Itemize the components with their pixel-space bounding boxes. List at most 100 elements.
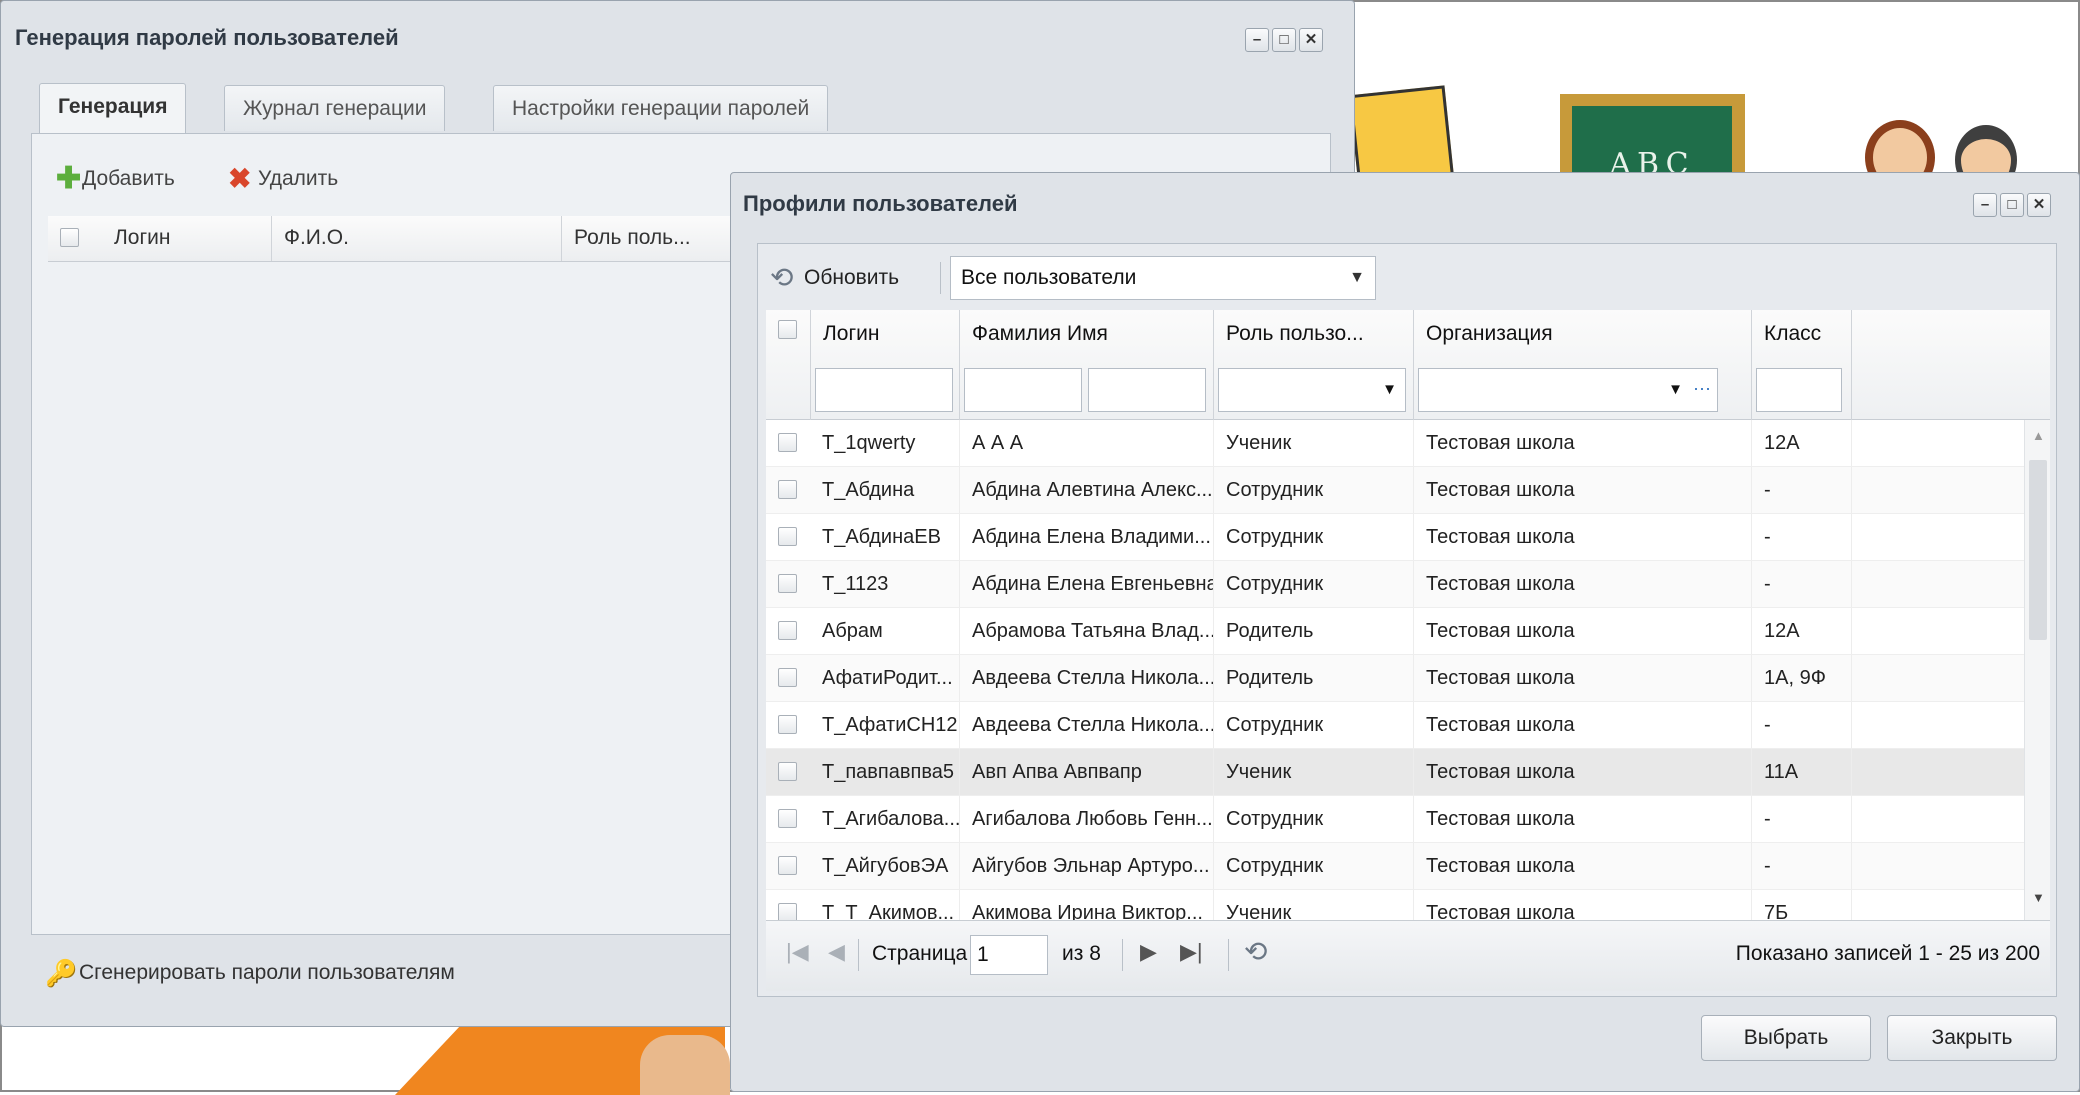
profiles-panel: ⟲ Обновить Все пользователи ▼ Логин Фамил… [757, 243, 2057, 997]
cell-name: Абдина Алевтина Алекс... [960, 467, 1214, 513]
table-row[interactable]: Т_АфатиСН12 Авдеева Стелла Никола... Сотру… [766, 702, 2024, 749]
row-checkbox[interactable] [778, 762, 797, 781]
records-summary: Показано записей 1 - 25 из 200 [1735, 942, 2040, 965]
user-profiles-window: Профили пользователей – □ ✕ ⟲ Обновить Вс… [730, 172, 2080, 1092]
row-checkbox[interactable] [778, 574, 797, 593]
firstname-filter-input[interactable] [1088, 368, 1206, 412]
page-number-input[interactable]: 1 [970, 935, 1048, 975]
row-checkbox[interactable] [778, 715, 797, 734]
cell-class: 11А [1752, 749, 1852, 795]
scroll-down-icon[interactable]: ▼ [2032, 890, 2045, 905]
delete-button-label: Удалить [258, 167, 339, 190]
login-filter-input[interactable] [815, 368, 953, 412]
tab-generation[interactable]: Генерация [39, 83, 187, 133]
table-row[interactable]: Т_Т_Акимов... Акимова Ирина Виктор... Учен… [766, 890, 2024, 920]
refresh-icon[interactable]: ⟲ [1244, 935, 1267, 968]
cell-login: Т_Т_Акимов... [810, 890, 960, 920]
close-icon[interactable]: ✕ [2027, 193, 2051, 217]
select-all-checkbox[interactable] [60, 228, 79, 247]
row-checkbox[interactable] [778, 621, 797, 640]
refresh-button[interactable]: ⟲ Обновить [770, 258, 899, 298]
cell-class: 1А, 9Ф [1752, 655, 1852, 701]
table-row[interactable]: АфатиРодит... Авдеева Стелла Никола... Род… [766, 655, 2024, 702]
cell-role: Сотрудник [1214, 796, 1414, 842]
cell-name: Акимова Ирина Виктор... [960, 890, 1214, 920]
cell-class: 12А [1752, 608, 1852, 654]
select-all-checkbox[interactable] [778, 320, 797, 339]
profiles-pager: |◀ ◀ Страница 1 из 8 ▶ ▶| ⟲ Показано зап… [766, 920, 2050, 991]
delete-button[interactable]: ✖ Удалить [228, 164, 338, 194]
profiles-grid-body: T_1qwerty А А А Ученик Тестовая школа 12А Т_А… [766, 420, 2050, 920]
column-role[interactable]: Роль поль... [562, 216, 752, 261]
class-filter-input[interactable] [1756, 368, 1842, 412]
column-organization[interactable]: Организация ▼ ⋯ [1414, 310, 1752, 420]
column-name[interactable]: Фамилия Имя [960, 310, 1214, 420]
cell-login: Т_Агибалова... [810, 796, 960, 842]
surname-filter-input[interactable] [964, 368, 1082, 412]
row-checkbox[interactable] [778, 903, 797, 920]
cell-login: Т_павпавпва5 [810, 749, 960, 795]
profiles-grid-header: Логин Фамилия Имя Роль пользо... ▼ Орган… [766, 310, 2050, 420]
delete-icon: ✖ [228, 163, 252, 195]
organization-filter-select[interactable]: ▼ ⋯ [1418, 368, 1718, 412]
row-checkbox[interactable] [778, 480, 797, 499]
next-page-icon[interactable]: ▶ [1140, 939, 1157, 965]
toolbar-separator [940, 262, 941, 294]
pager-separator [1122, 939, 1123, 971]
tab-generation-settings[interactable]: Настройки генерации паролей [493, 85, 829, 131]
table-row[interactable]: Т_АбдинаЕВ Абдина Елена Владими... Сотрудн… [766, 514, 2024, 561]
cell-role: Сотрудник [1214, 702, 1414, 748]
tab-generation-settings-label: Настройки генерации паролей [512, 97, 810, 120]
vertical-scrollbar[interactable]: ▲ ▼ [2024, 420, 2050, 920]
row-checkbox[interactable] [778, 668, 797, 687]
tab-generation-log[interactable]: Журнал генерации [224, 85, 446, 131]
column-name-label: Фамилия Имя [972, 322, 1108, 345]
close-button[interactable]: Закрыть [1887, 1015, 2057, 1061]
select-button[interactable]: Выбрать [1701, 1015, 1871, 1061]
table-row[interactable]: Т_павпавпва5 Авп Апва Авпвапр Ученик Тестов… [766, 749, 2024, 796]
chevron-down-icon: ▼ [1382, 381, 1397, 398]
cell-login: Т_Абдина [810, 467, 960, 513]
more-options-icon[interactable]: ⋯ [1693, 369, 1711, 409]
generate-passwords-label: Сгенерировать пароли пользователям [79, 961, 455, 984]
table-row[interactable]: Т_Абдина Абдина Алевтина Алекс... Сотрудни… [766, 467, 2024, 514]
cell-name: Абдина Елена Владими... [960, 514, 1214, 560]
add-button[interactable]: ✚Добавить [56, 164, 175, 194]
table-row[interactable]: Т_АйгубовЭА Айгубов Эльнар Артуро... Сотру… [766, 843, 2024, 890]
column-role[interactable]: Роль пользо... ▼ [1214, 310, 1414, 420]
cell-organization: Тестовая школа [1414, 467, 1752, 513]
scrollbar-thumb[interactable] [2029, 460, 2047, 640]
last-page-icon[interactable]: ▶| [1180, 939, 1203, 965]
maximize-icon[interactable]: □ [1272, 28, 1296, 52]
minimize-icon[interactable]: – [1245, 28, 1269, 52]
column-login[interactable]: Логин [810, 310, 960, 420]
row-checkbox[interactable] [778, 433, 797, 452]
cell-organization: Тестовая школа [1414, 608, 1752, 654]
table-row[interactable]: T_1123 Абдина Елена Евгеньевна Сотрудник Те… [766, 561, 2024, 608]
scroll-up-icon[interactable]: ▲ [2032, 428, 2045, 443]
previous-page-icon[interactable]: ◀ [828, 939, 845, 965]
generate-passwords-button[interactable]: 🔑Сгенерировать пароли пользователям [45, 957, 455, 989]
cell-class: 7Б [1752, 890, 1852, 920]
role-filter-select[interactable]: ▼ [1218, 368, 1406, 412]
minimize-icon[interactable]: – [1973, 193, 1997, 217]
column-login[interactable]: Логин [92, 216, 272, 261]
table-row[interactable]: Абрам Абрамова Татьяна Влад... Родитель Тес… [766, 608, 2024, 655]
cell-login: Т_АбдинаЕВ [810, 514, 960, 560]
row-checkbox[interactable] [778, 527, 797, 546]
close-icon[interactable]: ✕ [1299, 28, 1323, 52]
row-checkbox[interactable] [778, 856, 797, 875]
first-page-icon[interactable]: |◀ [786, 939, 809, 965]
user-profiles-window-title: Профили пользователей [743, 191, 1018, 216]
user-filter-select[interactable]: Все пользователи ▼ [950, 256, 1376, 300]
pager-separator [1228, 939, 1229, 971]
column-fio[interactable]: Ф.И.О. [272, 216, 562, 261]
table-row[interactable]: Т_Агибалова... Агибалова Любовь Генн... Со… [766, 796, 2024, 843]
maximize-icon[interactable]: □ [2000, 193, 2024, 217]
cell-name: Агибалова Любовь Генн... [960, 796, 1214, 842]
page-number-value: 1 [977, 943, 989, 966]
add-button-label: Добавить [82, 167, 175, 190]
table-row[interactable]: T_1qwerty А А А Ученик Тестовая школа 12А [766, 420, 2024, 467]
column-class[interactable]: Класс [1752, 310, 1852, 420]
row-checkbox[interactable] [778, 809, 797, 828]
